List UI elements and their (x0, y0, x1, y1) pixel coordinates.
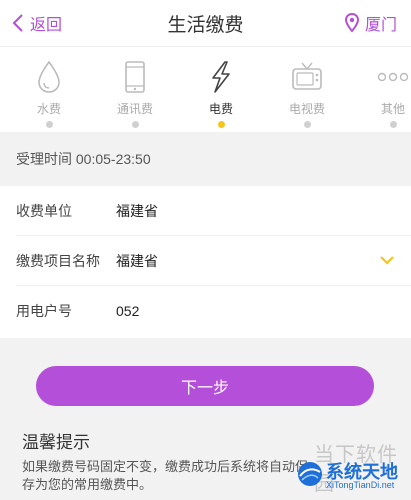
tab-indicator-dot (389, 121, 397, 128)
item-label: 缴费项目名称 (16, 253, 100, 269)
payee-row[interactable]: 收费单位 福建省 (0, 186, 411, 236)
tab-electricity[interactable]: 电费 (178, 47, 264, 133)
tab-indicator-dot (45, 121, 53, 128)
watermark-url: XiTongTianDi.net (326, 480, 395, 490)
tips-text: 如果缴费号码固定不变，缴费成功后系统将自动保存为您的常用缴费中。 (22, 459, 309, 492)
account-label: 用电户号 (16, 303, 72, 319)
tab-water[interactable]: 水费 (6, 47, 92, 133)
globe-logo-icon (298, 462, 322, 486)
payment-form: 收费单位 福建省 缴费项目名称 福建省 用电户号 052 (0, 186, 411, 338)
phone-icon (125, 61, 145, 93)
item-value: 福建省 (116, 253, 158, 269)
account-input[interactable]: 052 (116, 303, 139, 319)
payee-label: 收费单位 (16, 203, 72, 219)
water-drop-icon (38, 60, 60, 93)
nav-bar: 返回 生活缴费 厦门 (0, 0, 411, 46)
tv-icon (292, 62, 322, 90)
city-label: 厦门 (364, 17, 397, 34)
chevron-down-icon[interactable] (379, 254, 395, 266)
category-tabs: 水费 通讯费 电费 电视费 其他 (0, 46, 411, 132)
watermark-badge: 系统天地 XiTongTianDi.net (296, 458, 408, 496)
tab-label: 电视费 (288, 102, 325, 116)
next-button[interactable]: 下一步 (36, 366, 374, 406)
account-row[interactable]: 用电户号 052 (0, 286, 411, 336)
service-hours: 受理时间 00:05-23:50 (0, 132, 411, 186)
tab-indicator-dot (131, 121, 139, 128)
tab-other[interactable]: 其他 (350, 47, 411, 133)
tab-indicator-dot (303, 121, 311, 128)
tab-indicator-dot (217, 121, 225, 128)
location-pin-icon (344, 13, 359, 33)
item-row[interactable]: 缴费项目名称 福建省 (0, 236, 411, 286)
more-icon (377, 72, 409, 82)
payee-value: 福建省 (116, 203, 158, 219)
tab-label: 水费 (36, 102, 61, 116)
tab-label: 通讯费 (116, 102, 153, 116)
tab-telecom[interactable]: 通讯费 (92, 47, 178, 133)
city-selector[interactable]: 厦门 (344, 10, 397, 36)
lightning-icon (212, 61, 230, 93)
tab-label: 其他 (380, 102, 405, 116)
tips-title: 温馨提示 (22, 433, 90, 452)
tab-label: 电费 (208, 102, 233, 116)
tab-tv[interactable]: 电视费 (264, 47, 350, 133)
